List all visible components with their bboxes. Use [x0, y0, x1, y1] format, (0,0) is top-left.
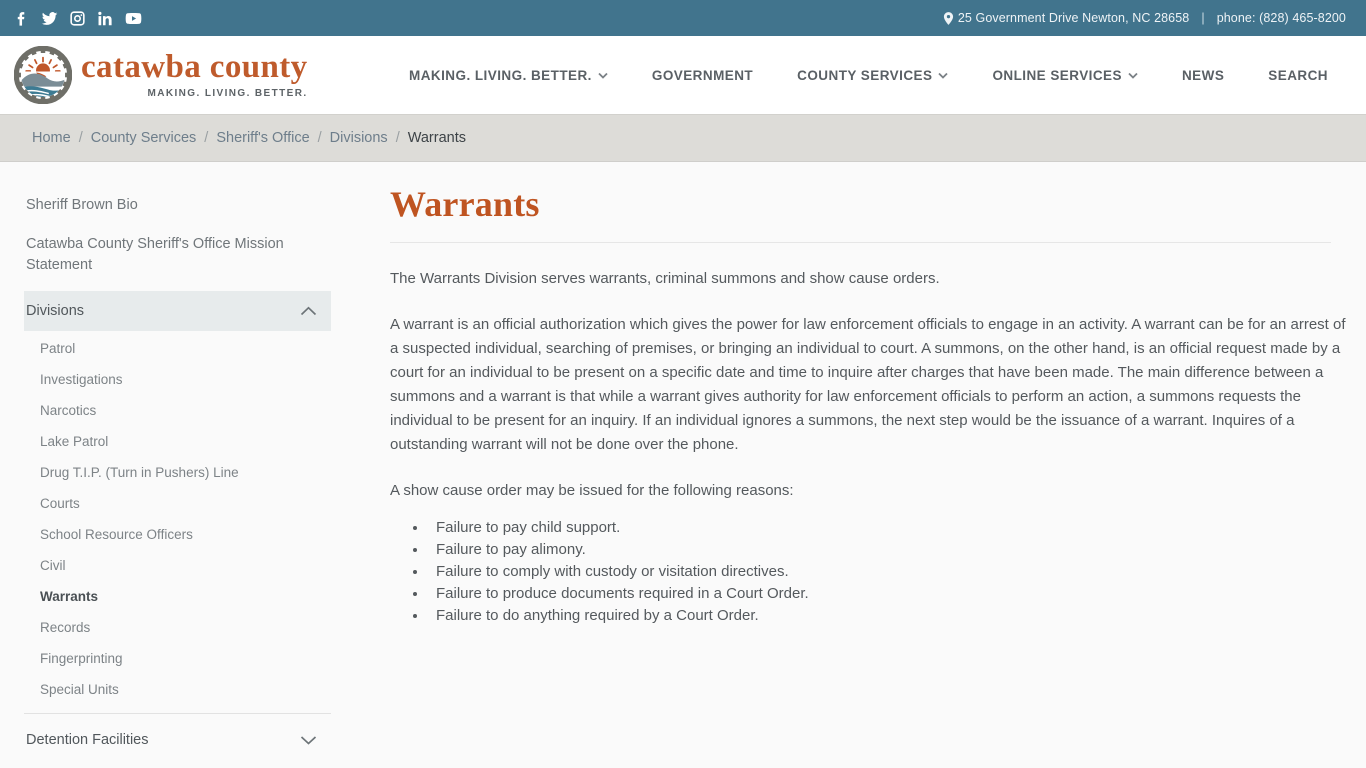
sidebar-item-special-units[interactable]: Special Units: [24, 674, 331, 705]
nav-label: COUNTY SERVICES: [797, 67, 933, 83]
sidebar-item-civil[interactable]: Civil: [24, 550, 331, 581]
sidebar-item-fingerprinting[interactable]: Fingerprinting: [24, 643, 331, 674]
main-navigation: MAKING. LIVING. BETTER. GOVERNMENT COUNT…: [387, 60, 1350, 91]
breadcrumb-item-divisions[interactable]: Divisions: [330, 130, 388, 146]
brand-tagline: MAKING. LIVING. BETTER.: [147, 88, 308, 99]
page-body: Sheriff Brown Bio Catawba County Sheriff…: [0, 162, 1366, 766]
utility-bar: 25 Government Drive Newton, NC 28658 | p…: [0, 0, 1366, 36]
nav-item-making-living-better[interactable]: MAKING. LIVING. BETTER.: [387, 60, 630, 91]
breadcrumb-item-home[interactable]: Home: [32, 130, 71, 146]
sidebar-item-courts[interactable]: Courts: [24, 488, 331, 519]
nav-label: NEWS: [1181, 67, 1225, 83]
linkedin-icon[interactable]: [96, 9, 115, 28]
nav-item-county-services[interactable]: COUNTY SERVICES: [775, 60, 970, 91]
sidebar-item-lake-patrol[interactable]: Lake Patrol: [24, 426, 331, 457]
sidebar-section-label: Detention Facilities: [26, 732, 149, 748]
sidebar-item-warrants[interactable]: Warrants: [24, 581, 331, 612]
sidebar-item-patrol[interactable]: Patrol: [24, 333, 331, 364]
office-address: 25 Government Drive Newton, NC 28658: [957, 11, 1190, 25]
sidebar-section-detention-facilities[interactable]: Detention Facilities: [24, 720, 331, 760]
breadcrumb-bar: Home / County Services / Sheriff's Offic…: [0, 114, 1366, 162]
catawba-county-seal-icon: [13, 45, 73, 105]
main-content: Warrants The Warrants Division serves wa…: [345, 162, 1366, 766]
site-logo[interactable]: catawba county MAKING. LIVING. BETTER.: [13, 45, 308, 105]
nav-label: MAKING. LIVING. BETTER.: [409, 67, 592, 83]
breadcrumb-separator: /: [395, 130, 400, 146]
breadcrumb: Home / County Services / Sheriff's Offic…: [32, 130, 466, 146]
list-item: Failure to pay child support.: [428, 517, 1346, 539]
nav-label: GOVERNMENT: [651, 67, 754, 83]
instagram-icon[interactable]: [68, 9, 87, 28]
breadcrumb-item-county-services[interactable]: County Services: [91, 130, 197, 146]
breadcrumb-separator: /: [317, 130, 322, 146]
sidebar-item-sheriff-brown-bio[interactable]: Sheriff Brown Bio: [24, 186, 331, 225]
brand-name: catawba county: [81, 49, 308, 85]
chevron-down-icon: [938, 72, 949, 79]
sidebar-item-school-resource-officers[interactable]: School Resource Officers: [24, 519, 331, 550]
list-item: Failure to do anything required by a Cou…: [428, 605, 1346, 627]
sidebar-item-narcotics[interactable]: Narcotics: [24, 395, 331, 426]
nav-label: SEARCH: [1268, 67, 1328, 83]
warrant-definition-paragraph: A warrant is an official authorization w…: [390, 316, 1346, 454]
sidebar-divider: [24, 713, 331, 714]
nav-item-search[interactable]: SEARCH: [1246, 60, 1350, 91]
nav-item-government[interactable]: GOVERNMENT: [630, 60, 775, 91]
breadcrumb-item-sheriffs-office[interactable]: Sheriff's Office: [216, 130, 309, 146]
brand-wordmark: catawba county MAKING. LIVING. BETTER.: [81, 49, 308, 100]
contact-info: 25 Government Drive Newton, NC 28658 | p…: [943, 11, 1346, 25]
youtube-icon[interactable]: [124, 9, 143, 28]
list-item: Failure to produce documents required in…: [428, 583, 1346, 605]
nav-label: ONLINE SERVICES: [992, 67, 1122, 83]
breadcrumb-separator: /: [204, 130, 209, 146]
sidebar-section-divisions[interactable]: Divisions: [24, 291, 331, 331]
social-links: [12, 9, 143, 28]
sidebar-item-mission-statement[interactable]: Catawba County Sheriff's Office Mission …: [24, 225, 331, 285]
twitter-icon[interactable]: [40, 9, 59, 28]
show-cause-reasons-list: Failure to pay child support. Failure to…: [390, 517, 1346, 627]
site-header: catawba county MAKING. LIVING. BETTER. M…: [0, 36, 1366, 114]
chevron-down-icon: [1128, 72, 1138, 79]
nav-item-online-services[interactable]: ONLINE SERVICES: [970, 60, 1160, 91]
show-cause-intro-paragraph: A show cause order may be issued for the…: [390, 482, 794, 500]
sidebar-item-records[interactable]: Records: [24, 612, 331, 643]
list-item: Failure to pay alimony.: [428, 539, 1346, 561]
breadcrumb-separator: /: [78, 130, 83, 146]
list-item: Failure to comply with custody or visita…: [428, 561, 1346, 583]
sidebar-item-investigations[interactable]: Investigations: [24, 364, 331, 395]
chevron-up-icon: [300, 306, 317, 316]
facebook-icon[interactable]: [12, 9, 31, 28]
title-divider: [390, 242, 1331, 244]
breadcrumb-item-warrants: Warrants: [407, 130, 466, 146]
intro-paragraph: The Warrants Division serves warrants, c…: [390, 270, 940, 288]
chevron-down-icon: [598, 72, 608, 79]
office-phone: phone: (828) 465-8200: [1216, 11, 1346, 25]
contact-separator: |: [1201, 11, 1205, 25]
section-sidebar: Sheriff Brown Bio Catawba County Sheriff…: [0, 162, 345, 766]
page-title: Warrants: [390, 184, 540, 224]
sidebar-section-label: Divisions: [26, 303, 85, 319]
chevron-down-icon: [300, 735, 317, 745]
nav-item-news[interactable]: NEWS: [1160, 60, 1246, 91]
sidebar-item-drug-tip-line[interactable]: Drug T.I.P. (Turn in Pushers) Line: [24, 457, 331, 488]
location-pin-icon: [943, 11, 954, 25]
